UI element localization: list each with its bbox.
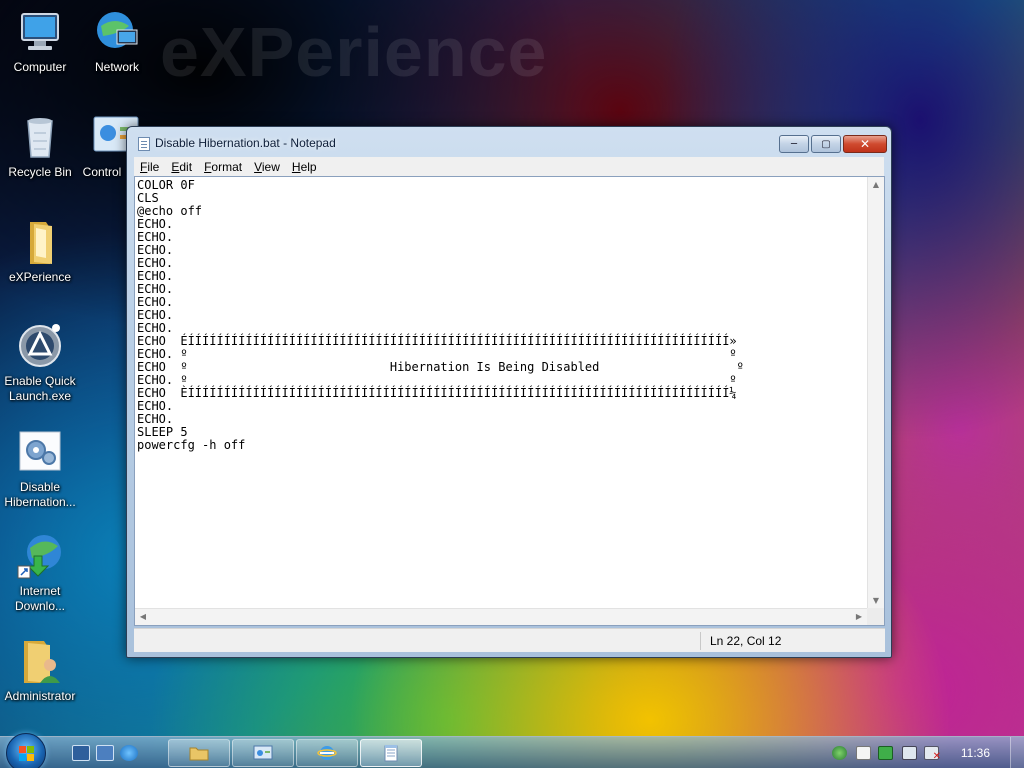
- text-line[interactable]: ECHO.: [137, 283, 865, 296]
- vertical-scrollbar[interactable]: ▲ ▼: [867, 177, 884, 609]
- desktop-icon-network[interactable]: Network: [77, 8, 157, 75]
- scroll-left-icon[interactable]: ◀: [135, 609, 151, 625]
- internet-explorer-icon[interactable]: [120, 745, 138, 761]
- menu-bar: File Edit Format View Help: [134, 157, 884, 176]
- user-folder-icon: [16, 637, 64, 685]
- desktop-icon-administrator[interactable]: Administrator: [0, 637, 80, 704]
- desktop-icon-experience[interactable]: eXPerience: [0, 218, 80, 285]
- show-desktop-icon[interactable]: [72, 745, 90, 761]
- app-exe-icon: [16, 322, 64, 370]
- start-button[interactable]: [6, 733, 46, 768]
- text-editor[interactable]: COLOR 0F CLS @echo off ECHO. ECHO. ECHO. ECHO.…: [134, 176, 885, 626]
- text-line[interactable]: ECHO.: [137, 413, 865, 426]
- minimize-icon: ─: [790, 138, 798, 150]
- taskbar-button-explorer[interactable]: [168, 739, 230, 767]
- text-line[interactable]: ECHO.: [137, 270, 865, 283]
- text-line[interactable]: SLEEP 5: [137, 426, 865, 439]
- explorer-folder-icon: [189, 747, 209, 761]
- desktop-icon-label: Internet Downlo...: [14, 584, 66, 613]
- text-line[interactable]: ECHO ÈÍÍÍÍÍÍÍÍÍÍÍÍÍÍÍÍÍÍÍÍÍÍÍÍÍÍÍÍÍÍÍÍÍÍ…: [137, 387, 865, 400]
- desktop-icon-internet-download[interactable]: Internet Downlo...: [0, 532, 80, 614]
- text-line[interactable]: ECHO.: [137, 218, 865, 231]
- menu-view[interactable]: View: [248, 160, 286, 174]
- menu-format[interactable]: Format: [198, 160, 248, 174]
- wallpaper-brand-text: eXPerience: [160, 13, 548, 91]
- desktop-icon-label: Network: [94, 60, 139, 74]
- desktop-icon-disable-hibernation[interactable]: Disable Hibernation...: [0, 428, 80, 510]
- text-line[interactable]: ECHO.: [137, 244, 865, 257]
- security-check-icon[interactable]: [878, 746, 893, 760]
- text-line[interactable]: ECHO.: [137, 296, 865, 309]
- desktop-icon-computer[interactable]: Computer: [0, 8, 80, 75]
- control-panel-icon: [253, 745, 273, 760]
- text-line[interactable]: powercfg -h off: [137, 439, 865, 452]
- text-line[interactable]: ECHO.: [137, 231, 865, 244]
- scroll-right-icon[interactable]: ▶: [851, 609, 867, 625]
- minimize-button[interactable]: ─: [779, 135, 809, 153]
- close-button[interactable]: ✕: [843, 135, 887, 153]
- windows-start-icon: [19, 746, 35, 762]
- window-title: Disable Hibernation.bat - Notepad: [155, 136, 336, 150]
- volume-muted-icon[interactable]: ✕: [924, 746, 941, 762]
- network-tray-icon[interactable]: [832, 746, 847, 760]
- recycle-bin-icon: [16, 113, 64, 161]
- text-line[interactable]: COLOR 0F: [137, 179, 865, 192]
- action-center-icon[interactable]: [856, 746, 871, 760]
- desktop-icon-enable-quick-launch[interactable]: Enable Quick Launch.exe: [0, 322, 80, 404]
- switch-windows-icon[interactable]: [96, 745, 114, 761]
- text-line[interactable]: @echo off: [137, 205, 865, 218]
- taskbar-button-internet-explorer[interactable]: [296, 739, 358, 767]
- notepad-icon: [384, 745, 398, 762]
- text-line[interactable]: ECHO.: [137, 400, 865, 413]
- menu-edit[interactable]: Edit: [165, 160, 198, 174]
- network-icon: [93, 8, 141, 56]
- show-desktop-button[interactable]: [1010, 737, 1024, 768]
- computer-icon: [16, 8, 64, 56]
- taskbar-clock[interactable]: 11:36: [961, 746, 990, 760]
- maximize-icon: ▢: [821, 138, 831, 150]
- system-tray: ✕ 11:36: [814, 737, 1024, 768]
- internet-download-icon: [16, 532, 64, 580]
- desktop-icon-label: Enable Quick Launch.exe: [4, 374, 76, 403]
- text-line[interactable]: ECHO.: [137, 309, 865, 322]
- batch-file-icon: [16, 428, 64, 476]
- status-separator: [700, 632, 701, 650]
- taskbar: ✕ 11:36: [0, 733, 1024, 768]
- scroll-down-icon[interactable]: ▼: [868, 593, 884, 609]
- status-bar: Ln 22, Col 12: [134, 628, 885, 652]
- menu-help[interactable]: Help: [286, 160, 323, 174]
- desktop-icon-label: eXPerience: [8, 270, 72, 284]
- desktop-icon-label: Computer: [13, 60, 67, 74]
- menu-file[interactable]: File: [134, 160, 165, 174]
- title-bar[interactable]: Disable Hibernation.bat - Notepad ─ ▢ ✕: [127, 127, 891, 159]
- cursor-position: Ln 22, Col 12: [710, 634, 782, 648]
- taskbar-button-notepad[interactable]: [360, 739, 422, 767]
- horizontal-scrollbar[interactable]: ◀ ▶: [135, 608, 867, 625]
- scroll-up-icon[interactable]: ▲: [868, 177, 884, 193]
- notepad-icon[interactable]: [138, 137, 150, 151]
- desktop-icon-label: Disable Hibernation...: [4, 480, 76, 509]
- desktop-icon-label: Administrator: [4, 689, 76, 703]
- close-icon: ✕: [859, 137, 871, 151]
- text-line[interactable]: ECHO.: [137, 257, 865, 270]
- notepad-window[interactable]: Disable Hibernation.bat - Notepad ─ ▢ ✕ …: [126, 126, 892, 658]
- taskbar-button-control-panel[interactable]: [232, 739, 294, 767]
- maximize-button[interactable]: ▢: [811, 135, 841, 153]
- editor-text[interactable]: COLOR 0F CLS @echo off ECHO. ECHO. ECHO. ECHO.…: [137, 179, 865, 609]
- folder-icon: [16, 218, 64, 266]
- text-line[interactable]: CLS: [137, 192, 865, 205]
- scrollbar-corner: [867, 608, 884, 625]
- network-status-icon[interactable]: [902, 746, 917, 760]
- internet-explorer-icon: [317, 746, 337, 760]
